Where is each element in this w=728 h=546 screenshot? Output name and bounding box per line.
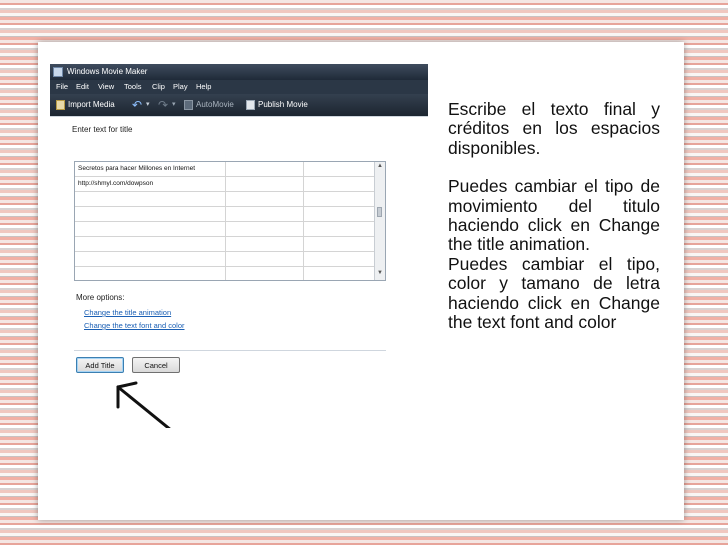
add-title-button[interactable]: Add Title [76,357,124,373]
automovie-button[interactable]: AutoMovie [184,94,234,116]
publish-movie-icon [246,99,255,110]
toolbar: Import Media ↶ ▾ ↷ ▾ AutoMovie Publish M… [50,94,428,116]
movie-maker-screenshot: Windows Movie Maker File Edit View Tools… [50,64,428,428]
slide: Windows Movie Maker File Edit View Tools… [38,42,684,520]
undo-icon[interactable]: ↶ [132,94,142,116]
scroll-thumb[interactable] [377,207,382,217]
scroll-down-icon[interactable]: ▼ [377,270,383,276]
change-title-animation-link[interactable]: Change the title animation [84,308,171,317]
undo-dropdown-icon[interactable]: ▾ [146,94,150,116]
import-media-button[interactable]: Import Media [56,94,115,116]
menu-tools[interactable]: Tools [124,80,142,94]
title-text-table[interactable]: Secretos para hacer Millones en Internet… [74,161,386,281]
change-text-font-link[interactable]: Change the text font and color [84,321,185,330]
window-titlebar: Windows Movie Maker [50,64,428,80]
menu-clip[interactable]: Clip [152,80,165,94]
redo-dropdown-icon[interactable]: ▾ [172,94,176,116]
more-options-label: More options: [76,293,125,302]
automovie-icon [184,99,193,110]
window-title: Windows Movie Maker [67,67,148,76]
title-line-1[interactable]: Secretos para hacer Millones en Internet [75,162,375,177]
title-line-2[interactable]: http://shmyl.com/dowpson [75,177,375,192]
menu-file[interactable]: File [56,80,68,94]
movie-maker-icon [53,67,63,77]
menu-help[interactable]: Help [196,80,211,94]
menu-play[interactable]: Play [173,80,188,94]
note-write-text: Escribe el texto final y créditos en los… [448,99,660,158]
vertical-scrollbar[interactable]: ▲ ▼ [374,162,385,280]
title-line-6[interactable] [75,237,375,252]
title-editor-panel: Enter text for title Secretos para hacer… [50,116,428,428]
import-media-icon [56,99,65,110]
title-line-5[interactable] [75,222,375,237]
title-line-4[interactable] [75,207,375,222]
import-media-label: Import Media [68,100,115,109]
cancel-button[interactable]: Cancel [132,357,180,373]
instruction-notes: Escribe el texto final y créditos en los… [448,99,660,333]
note-change-font: Puedes cambiar el tipo, color y tamano d… [448,253,660,333]
title-line-7[interactable] [75,252,375,267]
enter-text-heading: Enter text for title [72,125,133,134]
pointer-arrow-icon [116,381,171,428]
menu-bar: File Edit View Tools Clip Play Help [50,80,428,94]
menu-edit[interactable]: Edit [76,80,89,94]
menu-view[interactable]: View [98,80,114,94]
separator [74,350,386,351]
publish-movie-label: Publish Movie [258,100,308,109]
redo-icon[interactable]: ↷ [158,94,168,116]
publish-movie-button[interactable]: Publish Movie [246,94,308,116]
title-line-3[interactable] [75,192,375,207]
scroll-up-icon[interactable]: ▲ [377,163,383,169]
note-change-animation: Puedes cambiar el tipo de movimiento del… [448,176,660,255]
automovie-label: AutoMovie [196,100,234,109]
